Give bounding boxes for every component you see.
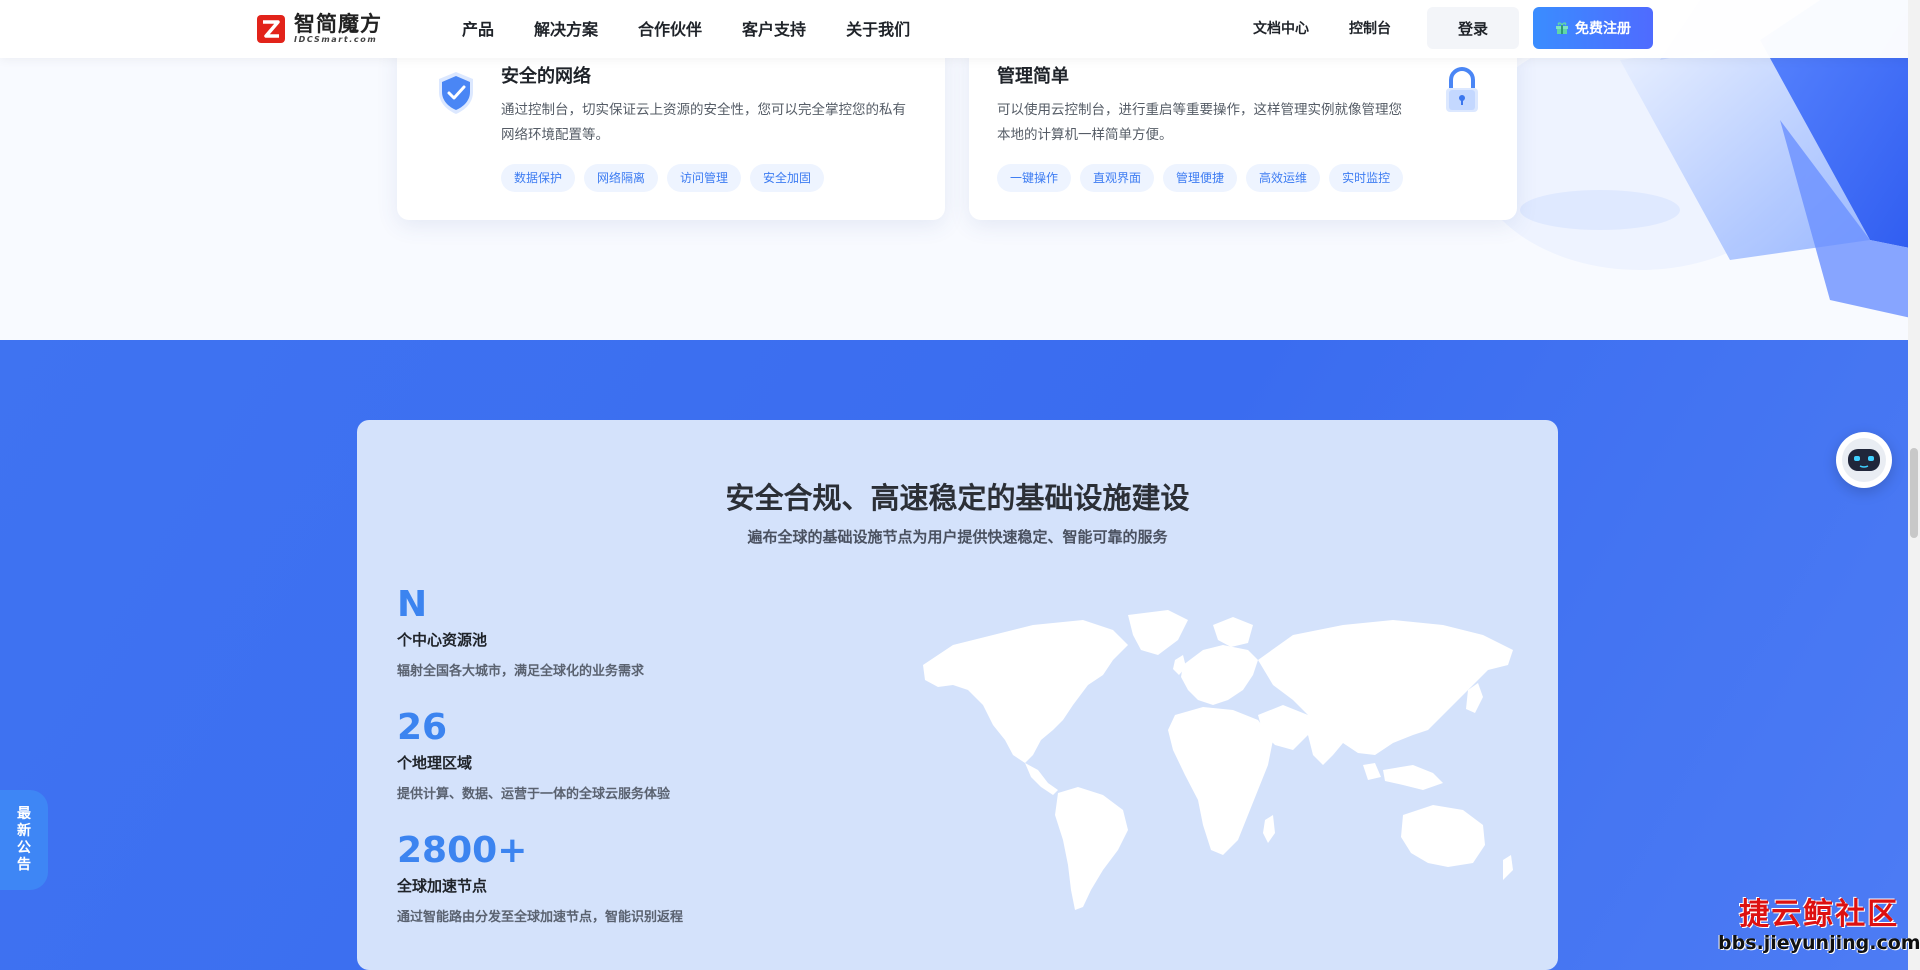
feature-card-easy-management: 管理简单 可以使用云控制台，进行重启等重要操作，这样管理实例就像管理您本地的计算…: [969, 40, 1517, 220]
watermark-text-en: bbs.jieyunjing.com: [1718, 932, 1920, 954]
chat-assistant-robot-button[interactable]: [1836, 432, 1892, 488]
nav-products[interactable]: 产品: [462, 16, 494, 40]
watermark-text-cn: 捷云鲸社区: [1739, 897, 1900, 932]
infrastructure-panel: 安全合规、高速稳定的基础设施建设 遍布全球的基础设施节点为用户提供快速稳定、智能…: [357, 420, 1558, 970]
stat-label: 个地理区域: [397, 754, 473, 772]
feature-card-secure-network: 安全的网络 通过控制台，切实保证云上资源的安全性，您可以完全掌控您的私有网络环境…: [397, 40, 945, 220]
feature-tags: 一键操作 直观界面 管理便捷 高效运维 实时监控: [997, 164, 1404, 192]
logo-name: 智简魔方: [294, 12, 382, 36]
shield-check-icon: [439, 72, 473, 114]
notice-char: 最: [17, 806, 31, 822]
feature-tags: 数据保护 网络隔离 访问管理 安全加固: [501, 164, 825, 192]
logo-mark-icon: [257, 15, 285, 43]
main-nav: 产品 解决方案 合作伙伴 客户支持 关于我们: [462, 0, 910, 56]
watermark: 捷云鲸社区 bbs.jieyunjing.com: [1718, 897, 1920, 955]
header-actions: 文档中心 控制台 登录 免费注册: [1253, 0, 1653, 56]
tag-realtime-monitoring: 实时监控: [1329, 164, 1404, 192]
latest-announcement-tab[interactable]: 最 新 公 告: [0, 790, 48, 890]
logo-domain: IDCSmart.com: [294, 35, 378, 44]
stat-value: 26: [397, 707, 448, 748]
nav-partners[interactable]: 合作伙伴: [638, 16, 702, 40]
console-link[interactable]: 控制台: [1349, 18, 1391, 38]
notice-char: 新: [17, 823, 31, 839]
tag-intuitive-ui: 直观界面: [1080, 164, 1155, 192]
notice-char: 告: [17, 857, 31, 873]
stat-value: N: [397, 584, 428, 625]
register-button[interactable]: 免费注册: [1533, 7, 1653, 49]
stat-regions: 26 个地理区域 提供计算、数据、运营于一体的全球云服务体验: [397, 707, 671, 803]
page-scrollbar[interactable]: [1908, 0, 1920, 970]
section-subtitle: 遍布全球的基础设施节点为用户提供快速稳定、智能可靠的服务: [747, 528, 1168, 546]
section-title: 安全合规、高速稳定的基础设施建设: [725, 481, 1190, 515]
stat-resource-pools: N 个中心资源池 辐射全国各大城市，满足全球化的业务需求: [397, 584, 645, 680]
feature-title: 安全的网络: [501, 66, 591, 87]
stat-label: 全球加速节点: [397, 877, 488, 895]
logo-text: 智简魔方 IDCSmart.com: [294, 13, 382, 45]
stat-description: 辐射全国各大城市，满足全球化的业务需求: [397, 664, 645, 679]
feature-description: 可以使用云控制台，进行重启等重要操作，这样管理实例就像管理您本地的计算机一样简单…: [997, 102, 1402, 143]
feature-description: 通过控制台，切实保证云上资源的安全性，您可以完全掌控您的私有网络环境配置等。: [501, 102, 906, 143]
logo[interactable]: 智简魔方 IDCSmart.com: [256, 12, 382, 46]
world-map: [923, 610, 1513, 910]
tag-efficient-ops: 高效运维: [1246, 164, 1321, 192]
lock-icon: [1446, 66, 1478, 112]
tag-access-management: 访问管理: [667, 164, 742, 192]
tag-network-isolation: 网络隔离: [584, 164, 659, 192]
stat-description: 提供计算、数据、运营于一体的全球云服务体验: [397, 787, 671, 802]
top-navbar: 智简魔方 IDCSmart.com 产品 解决方案 合作伙伴 客户支持 关于我们…: [0, 0, 1920, 58]
infrastructure-section: 安全合规、高速稳定的基础设施建设 遍布全球的基础设施节点为用户提供快速稳定、智能…: [0, 340, 1920, 970]
nav-solutions[interactable]: 解决方案: [534, 16, 598, 40]
docs-link[interactable]: 文档中心: [1253, 18, 1309, 38]
tag-data-protection: 数据保护: [501, 164, 576, 192]
register-label: 免费注册: [1575, 21, 1631, 37]
scrollbar-thumb[interactable]: [1910, 448, 1918, 538]
tag-one-click: 一键操作: [997, 164, 1072, 192]
tag-security-hardening: 安全加固: [750, 164, 825, 192]
tag-easy-management: 管理便捷: [1163, 164, 1238, 192]
stat-label: 个中心资源池: [397, 631, 488, 649]
stat-acceleration-nodes: 2800+ 全球加速节点 通过智能路由分发至全球加速节点，智能识别返程: [397, 830, 684, 926]
notice-char: 公: [17, 840, 31, 856]
nav-about[interactable]: 关于我们: [846, 16, 910, 40]
feature-title: 管理简单: [997, 66, 1069, 87]
robot-icon: [1842, 438, 1886, 482]
login-button[interactable]: 登录: [1427, 7, 1519, 49]
gift-icon: [1556, 22, 1568, 34]
nav-support[interactable]: 客户支持: [742, 16, 806, 40]
stat-value: 2800+: [397, 830, 528, 871]
stat-description: 通过智能路由分发至全球加速节点，智能识别返程: [397, 910, 684, 925]
